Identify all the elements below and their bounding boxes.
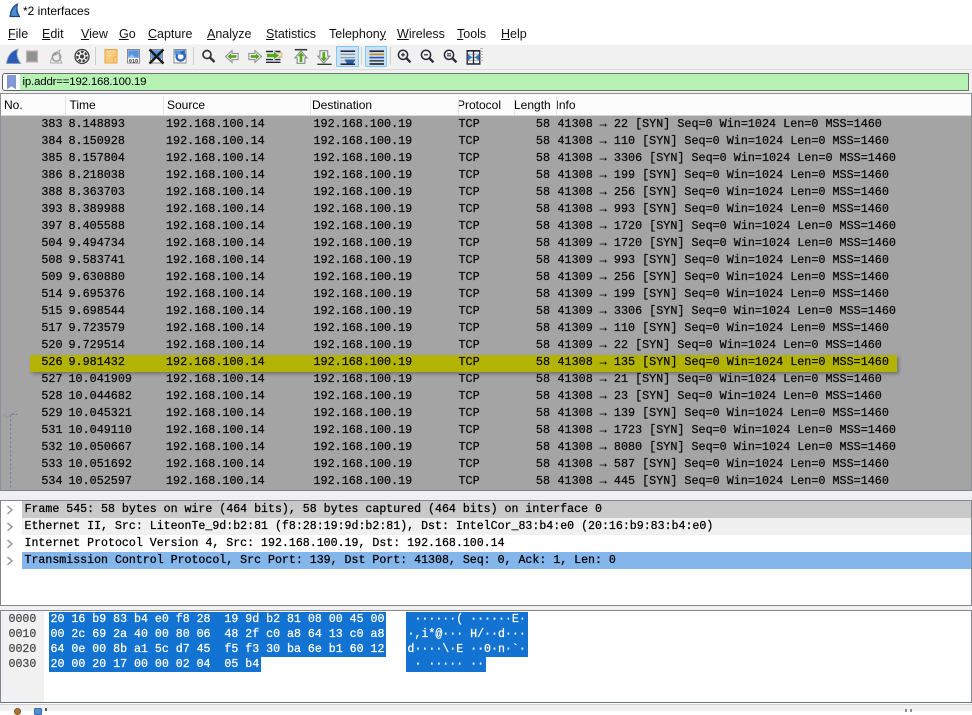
- svg-text:010: 010: [129, 59, 138, 65]
